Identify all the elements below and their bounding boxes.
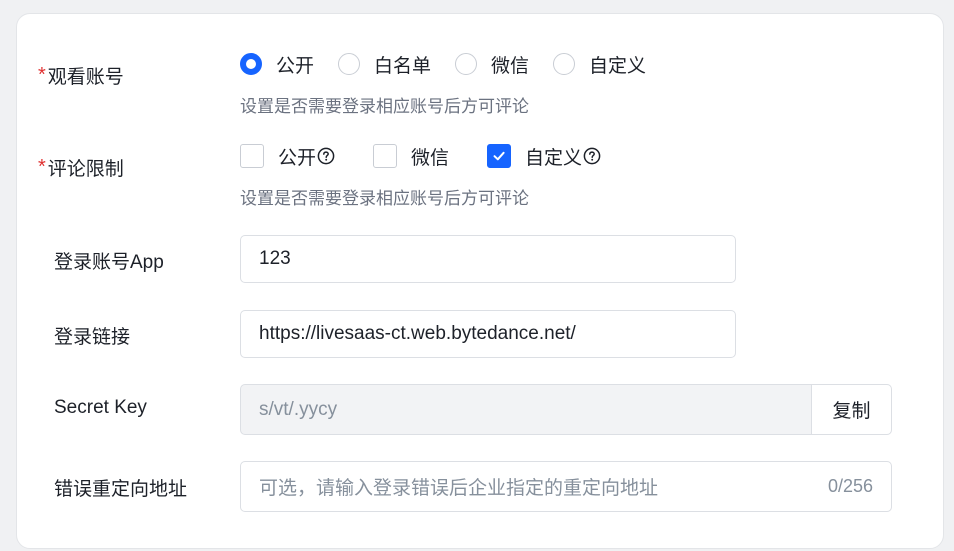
radio-whitelist[interactable]: 白名单 — [338, 51, 431, 78]
error-redirect-label: 错误重定向地址 — [54, 479, 188, 500]
radio-empty-icon — [455, 53, 478, 75]
checkbox-empty-icon — [373, 144, 398, 168]
checkbox-wechat[interactable]: 微信 — [373, 143, 449, 170]
question-circle-icon[interactable] — [317, 147, 335, 165]
copy-button[interactable]: 复制 — [811, 384, 892, 435]
required-mark: * — [38, 64, 46, 86]
error-redirect-placeholder: 可选，请输入登录错误后企业指定的重定向地址 — [259, 478, 659, 499]
comment-limit-label: * 评论限制 — [38, 156, 124, 180]
required-mark: * — [38, 156, 46, 178]
error-redirect-input[interactable]: 可选，请输入登录错误后企业指定的重定向地址 0/256 — [240, 461, 892, 512]
radio-empty-icon — [338, 53, 361, 75]
login-app-label: 登录账号App — [54, 252, 164, 273]
comment-limit-checkbox-group: 公开 微信 自定义 — [240, 142, 639, 170]
secret-key-input: s/vt/.yycy — [240, 384, 812, 435]
login-link-input[interactable]: https://livesaas-ct.web.bytedance.net/ — [240, 310, 736, 358]
checkbox-custom[interactable]: 自定义 — [487, 143, 601, 170]
radio-empty-icon — [553, 53, 576, 75]
checkbox-public[interactable]: 公开 — [240, 143, 335, 170]
char-counter: 0/256 — [827, 476, 873, 496]
radio-selected-icon — [240, 53, 262, 75]
question-circle-icon[interactable] — [583, 147, 601, 165]
secret-key-label: Secret Key — [54, 397, 147, 418]
radio-public[interactable]: 公开 — [240, 51, 314, 78]
watch-account-hint: 设置是否需要登录相应账号后方可评论 — [240, 97, 529, 116]
login-link-label: 登录链接 — [54, 327, 131, 348]
checkmark-icon — [487, 144, 512, 168]
checkbox-empty-icon — [240, 144, 264, 168]
radio-wechat[interactable]: 微信 — [455, 51, 529, 78]
comment-limit-hint: 设置是否需要登录相应账号后方可评论 — [240, 189, 529, 208]
watch-account-radio-group: 公开 白名单 微信 自定义 — [240, 50, 670, 78]
watch-account-label: * 观看账号 — [38, 64, 124, 88]
radio-custom[interactable]: 自定义 — [553, 51, 646, 78]
login-app-input[interactable]: 123 — [240, 235, 736, 283]
